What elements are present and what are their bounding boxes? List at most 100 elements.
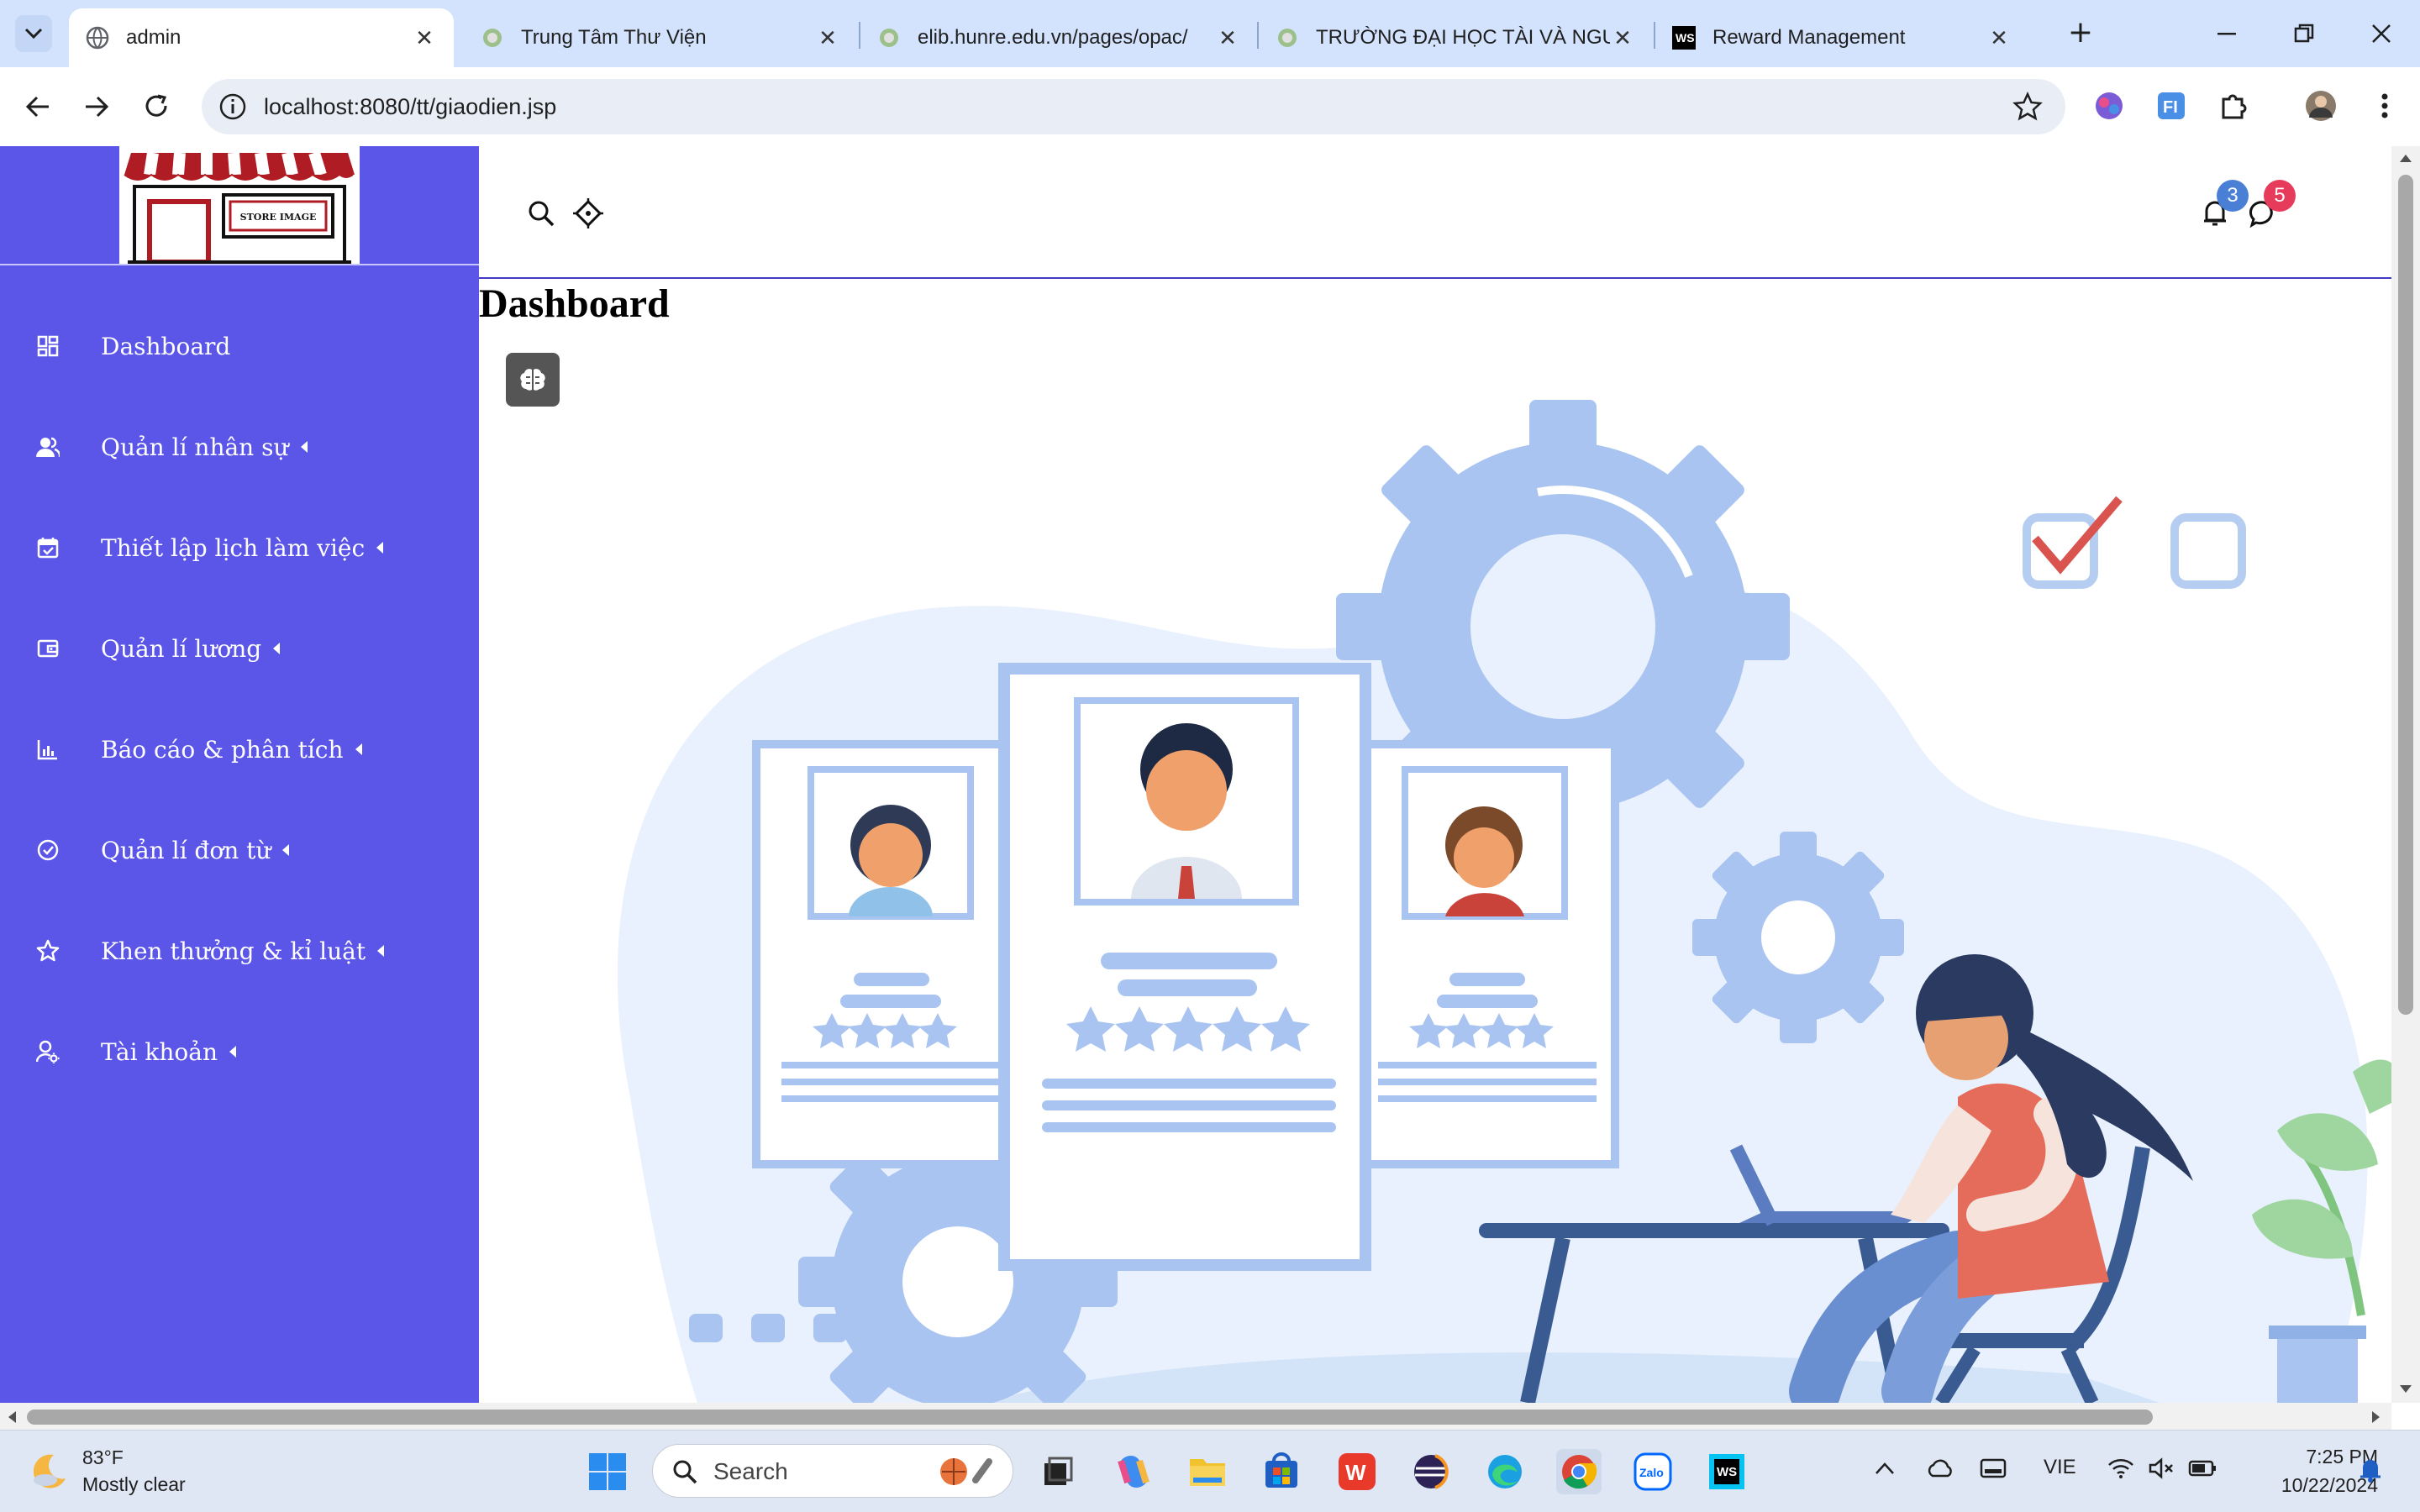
language-indicator[interactable]: VIE	[2044, 1456, 2076, 1479]
scroll-down-icon[interactable]	[2399, 1384, 2412, 1394]
search-icon	[673, 1460, 697, 1484]
search-icon[interactable]	[526, 198, 556, 228]
webstorm-icon: WS	[1672, 26, 1696, 50]
sidebar-item-dashboard[interactable]: Dashboard	[0, 312, 479, 380]
notification-badge: 3	[2217, 180, 2249, 212]
sidebar-item-requests[interactable]: Quản lí đơn từ	[0, 816, 479, 884]
close-window-button[interactable]	[2356, 13, 2407, 54]
file-explorer-app[interactable]	[1185, 1449, 1230, 1494]
dashboard-icon	[35, 333, 60, 359]
browser-tab[interactable]: elib.hunre.edu.vn/pages/opac/ ✕	[860, 8, 1257, 67]
browser-tab[interactable]: Trung Tâm Thư Viện ✕	[464, 8, 857, 67]
chevron-up-icon[interactable]	[1874, 1461, 1896, 1476]
sidebar-item-label: Thiết lập lịch làm việc	[101, 533, 366, 562]
notification-bell-icon[interactable]	[2358, 1456, 2383, 1483]
sidebar-item-human-resources[interactable]: Quản lí nhân sự	[0, 413, 479, 480]
horizontal-scrollbar[interactable]	[0, 1403, 2391, 1430]
main-content: 3 5 Dashboard	[479, 146, 2391, 1403]
more-menu-icon[interactable]	[2368, 89, 2402, 123]
browser-tab[interactable]: WS Reward Management ✕	[1655, 8, 2028, 67]
browser-tab-strip: admin ✕ Trung Tâm Thư Viện ✕ elib.hunre.…	[0, 0, 2420, 67]
address-bar[interactable]: localhost:8080/tt/giaodien.jsp	[202, 79, 2065, 134]
forward-button[interactable]	[76, 86, 118, 128]
eclipse-app[interactable]	[1408, 1449, 1454, 1494]
store-logo[interactable]: STORE IMAGE	[119, 146, 360, 264]
reload-icon	[145, 94, 167, 117]
edge-app[interactable]	[1482, 1449, 1528, 1494]
wps-office-app[interactable]: W	[1334, 1449, 1380, 1494]
weather-temperature: 83°F	[82, 1446, 124, 1468]
copilot-icon	[1118, 1456, 1150, 1488]
tab-title: admin	[126, 26, 182, 49]
sidebar-item-reports[interactable]: Báo cáo & phân tích	[0, 716, 479, 783]
sidebar-item-label: Quản lí đơn từ	[101, 836, 271, 864]
folder-icon	[1190, 1459, 1225, 1486]
wifi-icon[interactable]	[2107, 1457, 2134, 1479]
battery-icon[interactable]	[2188, 1459, 2217, 1478]
svg-text:FI: FI	[2163, 98, 2178, 117]
caret-left-icon	[300, 441, 308, 453]
browser-tab[interactable]: TRƯỜNG ĐẠI HỌC TÀI VÀ NGU ✕	[1259, 8, 1652, 67]
url-text[interactable]: localhost:8080/tt/giaodien.jsp	[264, 94, 556, 120]
sidebar-item-label: Khen thưởng & kỉ luật	[101, 937, 366, 965]
scroll-thumb[interactable]	[27, 1410, 2153, 1425]
taskbar-search[interactable]: Search	[652, 1444, 1013, 1498]
scroll-right-icon[interactable]	[2371, 1410, 2381, 1424]
bookmark-star-icon[interactable]	[2012, 91, 2044, 123]
display-icon[interactable]	[1980, 1457, 2007, 1481]
sidebar-item-account[interactable]: Tài khoản	[0, 1018, 479, 1085]
sidebar-item-salary[interactable]: Quản lí lương	[0, 615, 479, 682]
tab-title: Trung Tâm Thư Viện	[521, 26, 707, 49]
tab-search-button[interactable]	[15, 15, 52, 52]
task-view-button[interactable]	[1035, 1449, 1081, 1494]
clock[interactable]: 7:25 PM 10/22/2024	[2235, 1442, 2378, 1499]
browser-tab[interactable]: admin ✕	[69, 8, 454, 67]
checkbox-decor	[2023, 513, 2098, 589]
svg-text:W: W	[1345, 1460, 1366, 1485]
users-icon	[35, 434, 60, 459]
back-button[interactable]	[17, 86, 59, 128]
volume-muted-icon[interactable]	[2148, 1457, 2175, 1479]
chrome-app[interactable]	[1556, 1449, 1602, 1494]
scroll-up-icon[interactable]	[2399, 153, 2412, 163]
profile-avatar-icon[interactable]	[2304, 89, 2338, 123]
wps-icon: W	[1339, 1453, 1376, 1490]
restore-button[interactable]	[2279, 13, 2329, 54]
clock-time: 7:25 PM	[2306, 1446, 2378, 1467]
caret-left-icon	[355, 743, 362, 755]
onedrive-icon[interactable]	[1926, 1457, 1954, 1479]
minimize-button[interactable]	[2202, 13, 2252, 54]
bar-chart-icon	[35, 737, 60, 762]
fi-extension-icon[interactable]: FI	[2154, 89, 2188, 123]
restore-icon	[2294, 24, 2314, 43]
sidebar-item-rewards-discipline[interactable]: Khen thưởng & kỉ luật	[0, 917, 479, 984]
store-app[interactable]	[1259, 1449, 1304, 1494]
close-tab-icon[interactable]: ✕	[1986, 25, 2012, 50]
hr-illustration	[617, 400, 2391, 1403]
site-info-icon[interactable]	[217, 91, 249, 123]
store-icon	[1265, 1452, 1297, 1488]
close-tab-icon[interactable]: ✕	[1610, 25, 1635, 50]
edge-icon	[1488, 1455, 1522, 1488]
start-button[interactable]	[585, 1449, 630, 1494]
new-tab-button[interactable]: +	[2064, 17, 2097, 50]
scroll-thumb[interactable]	[2398, 175, 2413, 1015]
scroll-left-icon[interactable]	[7, 1410, 17, 1424]
webstorm-app[interactable]: WS	[1704, 1449, 1749, 1494]
vertical-scrollbar[interactable]	[2391, 146, 2420, 1403]
close-tab-icon[interactable]: ✕	[412, 25, 437, 50]
reload-button[interactable]	[136, 86, 178, 128]
zalo-app[interactable]: Zalo	[1630, 1449, 1676, 1494]
search-placeholder: Search	[713, 1458, 788, 1484]
close-tab-icon[interactable]: ✕	[815, 25, 840, 50]
extensions-puzzle-icon[interactable]	[2217, 89, 2250, 123]
brain-extension-icon[interactable]	[2092, 89, 2126, 123]
crosshair-icon[interactable]	[573, 198, 603, 228]
weather-widget[interactable]: 83°F Mostly clear	[29, 1444, 186, 1498]
check-circle-icon	[35, 837, 60, 863]
copilot-app[interactable]	[1111, 1449, 1156, 1494]
close-tab-icon[interactable]: ✕	[1215, 25, 1240, 50]
svg-text:WS: WS	[1676, 31, 1695, 45]
profile-card	[752, 740, 1014, 1168]
sidebar-item-work-schedule[interactable]: Thiết lập lịch làm việc	[0, 514, 479, 581]
